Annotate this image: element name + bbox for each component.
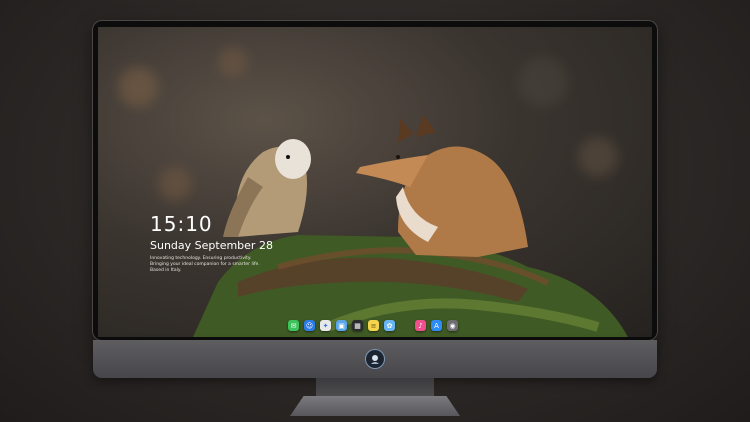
owl-figure <box>223 139 311 237</box>
clapper-icon[interactable]: ▦ <box>352 320 363 331</box>
dock-bar: ✉ ☺ ✦ ▣ ▦ ≡ ✿ ♪ A ◉ <box>288 318 458 333</box>
preview-icon[interactable]: ▣ <box>336 320 347 331</box>
lock-screen-message: Innovating technology. Ensuring producti… <box>150 256 260 273</box>
lock-screen-date: Sunday September 28 <box>150 239 273 252</box>
lock-screen-time: 15:10 <box>150 212 213 236</box>
photos-icon[interactable]: ✿ <box>384 320 395 331</box>
music-icon[interactable]: ♪ <box>415 320 426 331</box>
camera-icon[interactable]: ◉ <box>447 320 458 331</box>
fox-figure <box>356 115 528 257</box>
wallpaper-scene <box>193 115 628 337</box>
monitor-stand-neck <box>316 378 434 398</box>
brand-logo-icon <box>366 350 384 368</box>
imac-monitor: 15:10 Sunday September 28 Innovating tec… <box>0 0 750 422</box>
wallpaper-screen[interactable]: 15:10 Sunday September 28 Innovating tec… <box>98 27 652 337</box>
notes-icon[interactable]: ≡ <box>368 320 379 331</box>
app-store-icon[interactable]: A <box>431 320 442 331</box>
messages-icon[interactable]: ✉ <box>288 320 299 331</box>
safari-icon[interactable]: ✦ <box>320 320 331 331</box>
finder-icon[interactable]: ☺ <box>304 320 315 331</box>
monitor-stand-foot <box>290 396 460 416</box>
